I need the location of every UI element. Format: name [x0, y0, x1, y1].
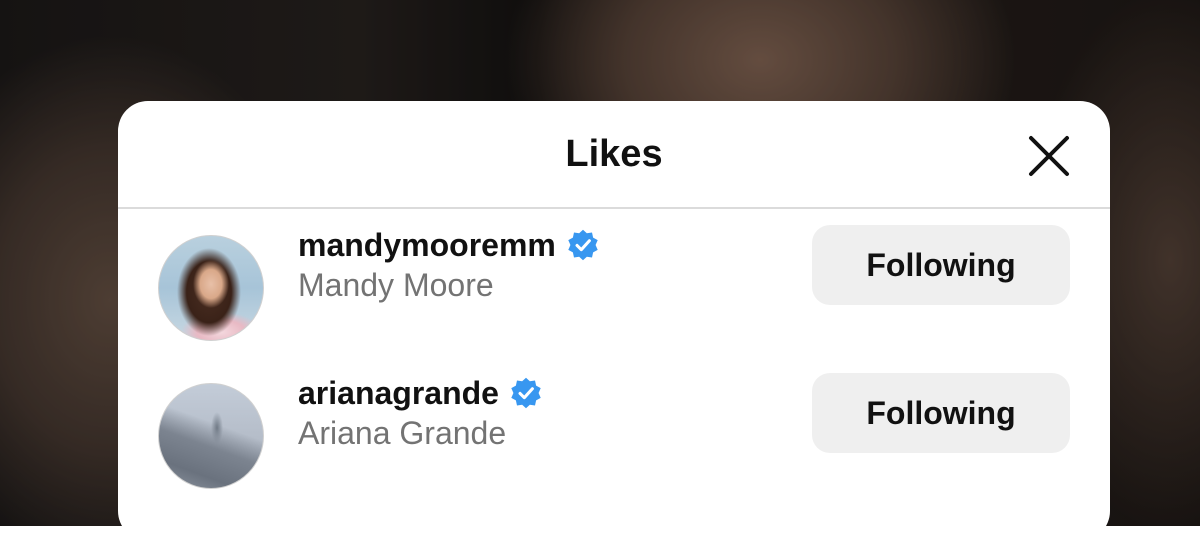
username-link[interactable]: arianagrande: [298, 375, 499, 412]
username-link[interactable]: mandymooremm: [298, 227, 556, 264]
verified-badge-icon: [568, 229, 598, 261]
dialog-title: Likes: [565, 133, 663, 175]
list-item: mandymooremm Mandy Moore Following: [118, 209, 1110, 357]
dialog-header: Likes: [118, 101, 1110, 209]
verified-badge-icon: [511, 377, 541, 409]
full-name: Mandy Moore: [298, 267, 494, 303]
list-item: arianagrande Ariana Grande Following: [118, 357, 1110, 505]
username-line: mandymooremm: [298, 225, 600, 265]
full-name: Ariana Grande: [298, 415, 507, 451]
following-button[interactable]: Following: [812, 225, 1070, 305]
close-icon: [1029, 136, 1069, 176]
likes-dialog: Likes mandymooremm Mandy Moore Following…: [118, 101, 1110, 541]
username-line: arianagrande: [298, 373, 543, 413]
following-button[interactable]: Following: [812, 373, 1070, 453]
avatar[interactable]: [158, 235, 264, 341]
close-button[interactable]: [1026, 133, 1072, 179]
avatar[interactable]: [158, 383, 264, 489]
